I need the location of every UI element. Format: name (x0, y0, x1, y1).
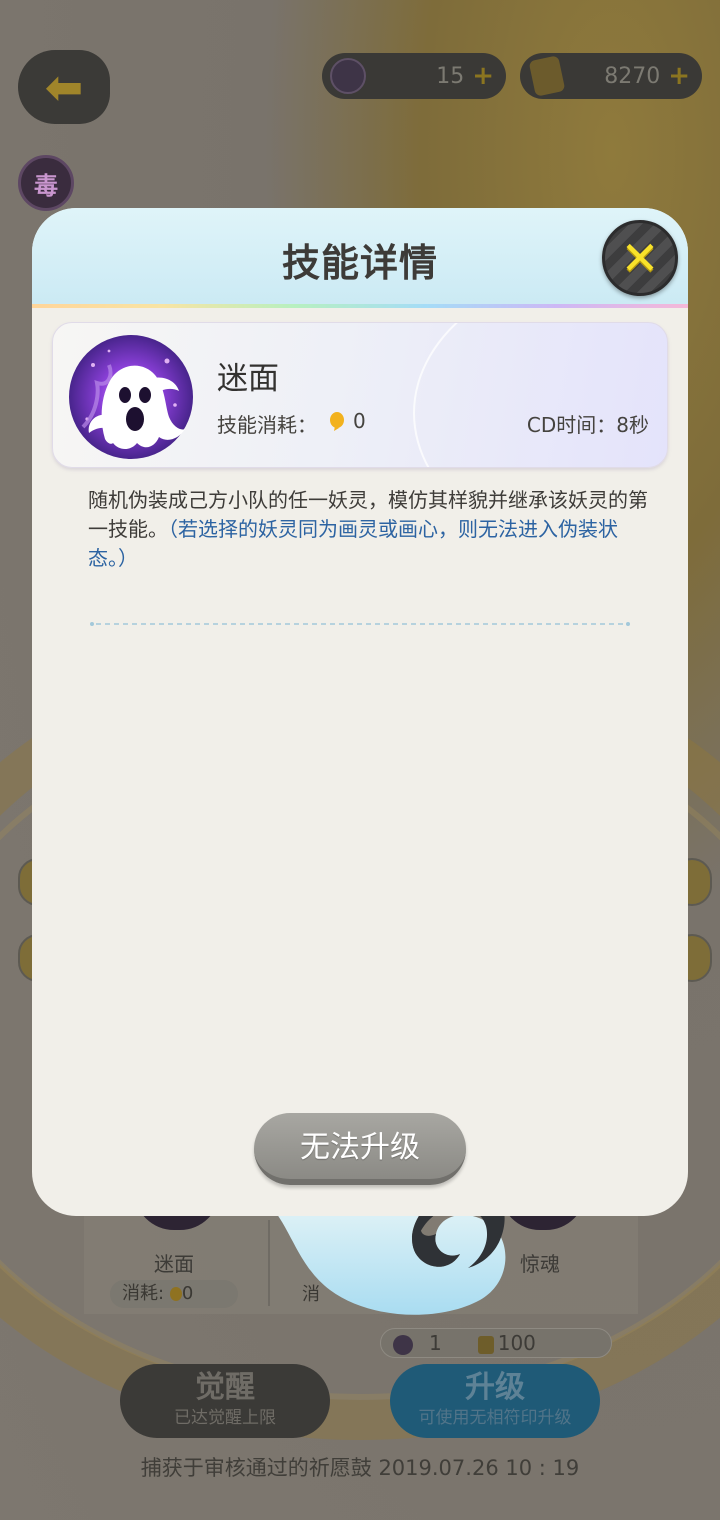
upgrade-cost-coins: 100 (497, 1331, 536, 1355)
upgrade-sublabel: 可使用无相符印升级 (418, 1408, 572, 1428)
skill-cost-label: 技能消耗： (217, 413, 317, 437)
close-button[interactable]: ✕ (602, 220, 678, 296)
card-decoration (413, 323, 667, 467)
skill-name-label: 惊魂 (520, 1252, 560, 1276)
skill-cost: 消耗: 0 (110, 1280, 238, 1308)
skill-name: 迷面 (217, 361, 279, 397)
skill-cooldown: CD时间：8秒 (526, 413, 649, 437)
lamp-icon (169, 1287, 182, 1301)
dialog-title: 技能详情 (281, 241, 438, 285)
back-button[interactable]: ⬅ (18, 50, 110, 124)
spirit-orb-icon (330, 58, 366, 94)
header-rainbow-divider (32, 304, 688, 308)
cost-value: 0 (181, 1283, 194, 1304)
skill-card: 迷面 技能消耗： 0 CD时间：8秒 (52, 322, 668, 468)
skill-cost-value: 0 (353, 409, 366, 433)
add-coin-button[interactable]: + (668, 61, 690, 91)
spirit-orb-icon (393, 1334, 413, 1355)
cost-label: 消耗: (122, 1283, 165, 1304)
add-spirit-button[interactable]: + (472, 61, 494, 91)
cannot-upgrade-button[interactable]: 无法升级 (254, 1113, 466, 1185)
gold-coin-icon (477, 1335, 494, 1354)
spirit-amount: 15 (436, 63, 465, 89)
poison-badge: 毒 (18, 155, 74, 211)
ghost-skill-icon (69, 335, 193, 459)
coin-currency: 8270 + (520, 53, 702, 99)
skill-name-label: 迷面 (154, 1252, 194, 1276)
back-arrow-icon: ⬅ (44, 60, 84, 114)
upgrade-label: 升级 (465, 1370, 525, 1405)
awaken-label: 觉醒 (195, 1370, 255, 1405)
description-note: （若选择的妖灵同为画灵或画心，则无法进入伪装状态。） (88, 517, 618, 570)
close-x-icon: ✕ (620, 231, 660, 285)
awaken-button[interactable]: 觉醒 已达觉醒上限 (120, 1364, 330, 1438)
lamp-icon (330, 412, 344, 431)
dashed-divider (90, 622, 630, 626)
upgrade-cost: 1 100 (380, 1328, 612, 1358)
upgrade-cost-spirit: 1 (429, 1331, 442, 1355)
awaken-sublabel: 已达觉醒上限 (174, 1408, 276, 1428)
coin-amount: 8270 (604, 63, 661, 89)
upgrade-button[interactable]: 升级 可使用无相符印升级 (390, 1364, 600, 1438)
gold-coin-icon (528, 55, 566, 97)
skill-detail-dialog: 技能详情 迷面 技能消耗： 0 CD时间：8秒 随机伪装成己方小队的任一妖灵，模… (32, 208, 688, 1216)
capture-info: 捕获于审核通过的祈愿鼓 2019.07.26 10 : 19 (140, 1456, 580, 1480)
skill-description: 随机伪装成己方小队的任一妖灵，模仿其样貌并继承该妖灵的第一技能。（若选择的妖灵同… (88, 486, 648, 573)
spirit-currency: 15 + (322, 53, 506, 99)
